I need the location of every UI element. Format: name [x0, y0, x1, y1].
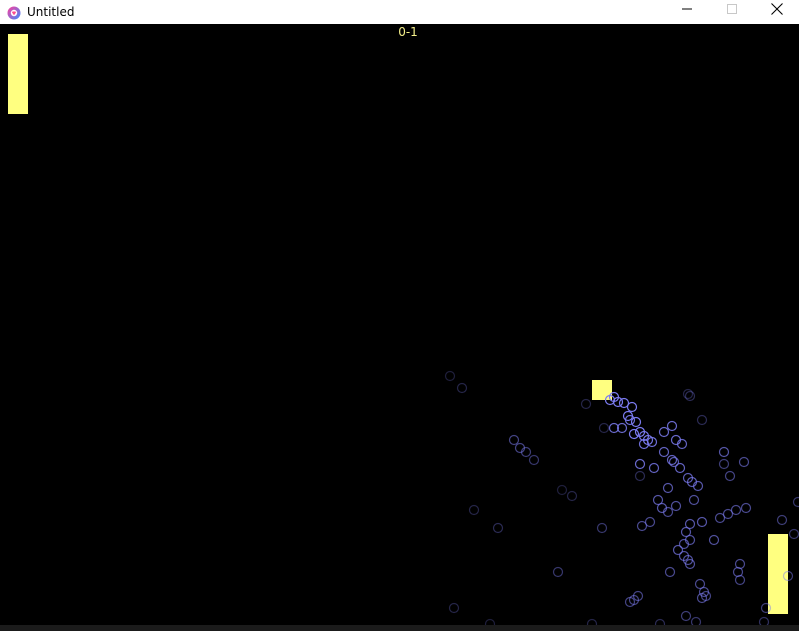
trail-particle	[662, 482, 674, 494]
trail-particle	[718, 458, 730, 470]
trail-particle	[456, 382, 468, 394]
trail-particle	[664, 566, 676, 578]
trail-particle	[634, 470, 646, 482]
trail-particle	[492, 522, 504, 534]
trail-particle	[552, 566, 564, 578]
trail-particle	[776, 514, 788, 526]
minimize-button[interactable]	[664, 0, 709, 17]
trail-particle	[626, 401, 638, 413]
trail-particle	[730, 504, 742, 516]
trail-particle	[690, 616, 702, 625]
trail-particle	[792, 496, 799, 508]
trail-particle	[648, 462, 660, 474]
trail-particle	[740, 502, 752, 514]
title-bar[interactable]: Untitled	[0, 0, 799, 24]
trail-particle	[666, 454, 678, 466]
ball-trail-particles	[444, 370, 799, 625]
trail-particle	[634, 458, 646, 470]
trail-particle	[782, 570, 794, 582]
app-logo-icon	[7, 5, 21, 20]
trail-particle	[666, 420, 678, 432]
trail-particle	[682, 388, 694, 400]
trail-particle	[688, 494, 700, 506]
trail-particle	[658, 446, 670, 458]
trail-particle	[708, 534, 720, 546]
trail-particle	[566, 490, 578, 502]
trail-particle	[788, 528, 799, 540]
trail-particle	[680, 610, 692, 622]
trail-particle	[528, 454, 540, 466]
trail-particle	[596, 522, 608, 534]
trail-particle	[738, 456, 750, 468]
window-title: Untitled	[27, 5, 75, 19]
maximize-icon	[726, 3, 737, 14]
trail-particle	[448, 602, 460, 614]
trail-particle	[468, 504, 480, 516]
trail-particle	[636, 520, 648, 532]
game-canvas[interactable]: 0-1	[0, 24, 799, 625]
trail-particle	[760, 602, 772, 614]
window-bottom-border	[0, 625, 799, 631]
window-controls	[664, 0, 799, 24]
trail-particle	[580, 398, 592, 410]
trail-particle	[684, 390, 696, 402]
trail-particle	[444, 370, 456, 382]
close-icon	[770, 2, 783, 15]
trail-particle	[718, 446, 730, 458]
trail-particle	[696, 414, 708, 426]
trail-particle	[696, 516, 708, 528]
trail-particle	[630, 416, 642, 428]
trail-particle	[556, 484, 568, 496]
trail-particle	[734, 574, 746, 586]
trail-particle	[758, 616, 770, 625]
close-button[interactable]	[754, 0, 799, 17]
maximize-button[interactable]	[709, 0, 754, 17]
trail-particle	[670, 500, 682, 512]
trail-particle	[598, 422, 610, 434]
game-window: Untitled 0-1	[0, 0, 799, 631]
trail-particle	[628, 428, 640, 440]
trail-particle	[724, 470, 736, 482]
trail-particle	[674, 462, 686, 474]
trail-particle	[658, 426, 670, 438]
trail-particle	[508, 434, 520, 446]
minimize-icon	[681, 8, 692, 9]
